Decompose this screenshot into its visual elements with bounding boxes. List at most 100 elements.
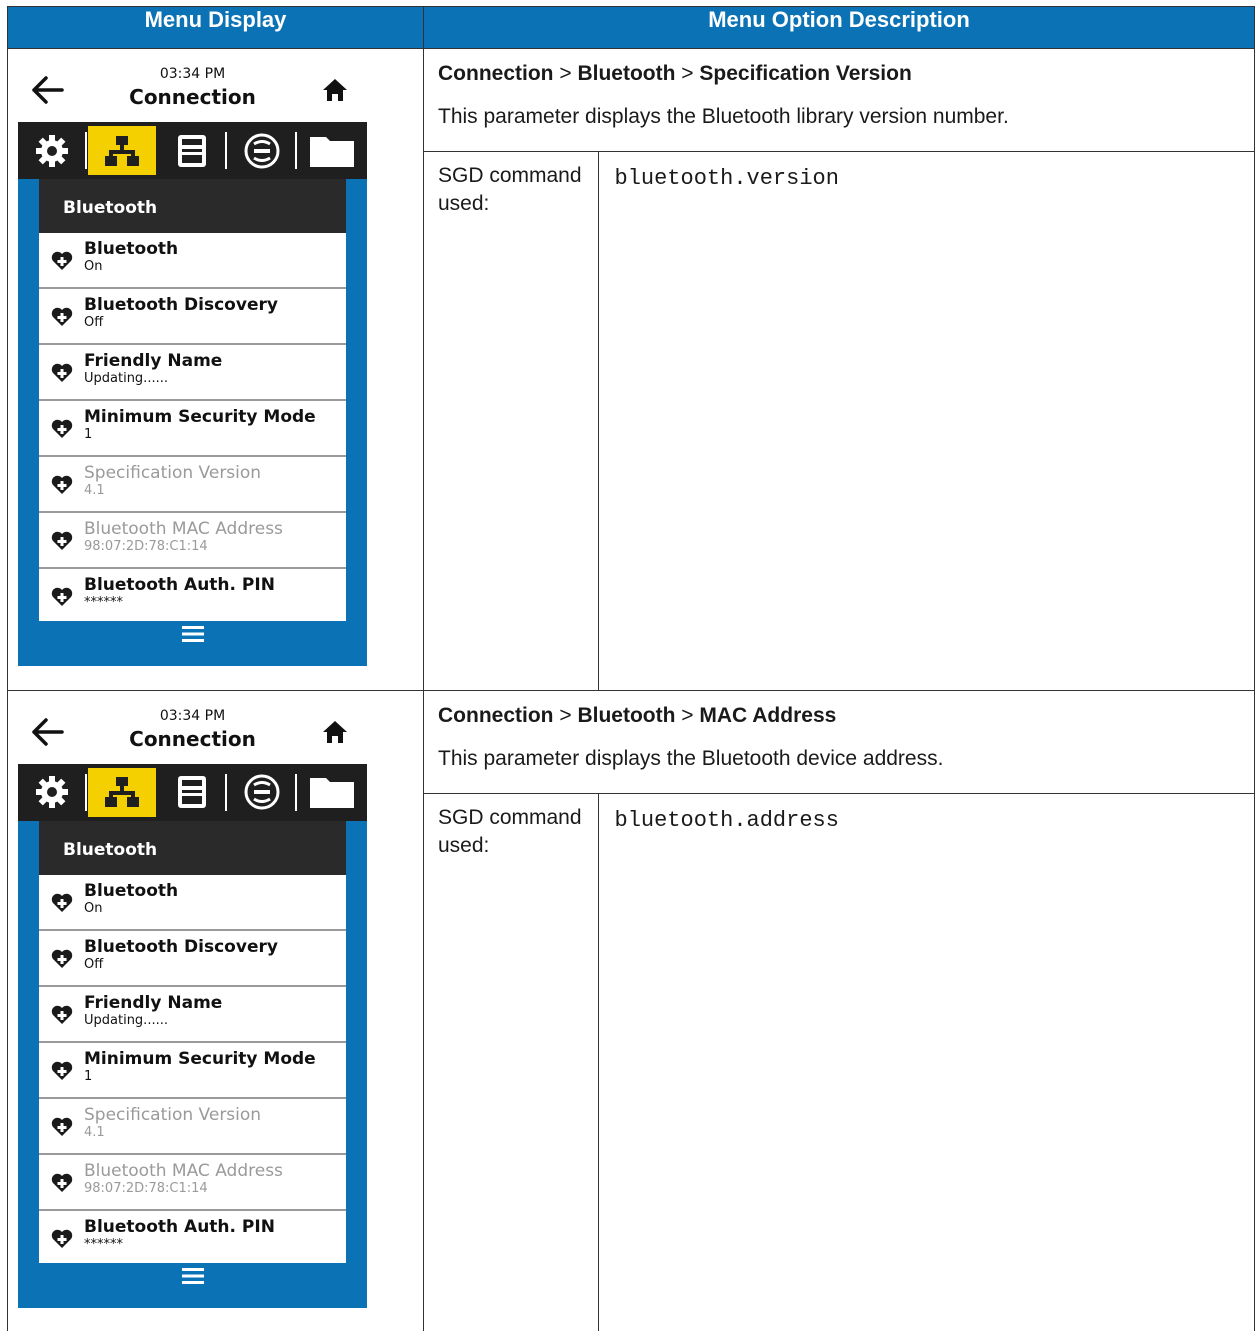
heart-plus-icon [51, 363, 73, 382]
list-heading: Bluetooth [39, 179, 346, 233]
path-segment: MAC Address [699, 703, 837, 727]
list-item-name: Bluetooth [84, 239, 179, 259]
heart-plus-icon [51, 307, 73, 326]
option-description: Connection > Bluetooth > Specification V… [424, 49, 1254, 690]
printer-screen: 03:34 PM Connection Bluetooth Bluetooth … [18, 699, 367, 1308]
list-item-value: 1 [84, 1068, 93, 1084]
heart-plus-icon [51, 419, 73, 438]
folder-icon[interactable] [298, 768, 366, 817]
list-item[interactable]: Specification Version 4.1 [39, 457, 346, 513]
menu-path: Connection > Bluetooth > MAC Address [424, 691, 1254, 735]
home-icon[interactable] [321, 718, 349, 746]
network-icon[interactable] [88, 126, 156, 175]
sensor-icon[interactable] [228, 768, 297, 817]
list-item-name: Bluetooth Auth. PIN [84, 575, 275, 595]
list-item-value: ****** [84, 1236, 123, 1252]
heart-plus-icon [51, 949, 73, 968]
list-item[interactable]: Friendly Name Updating...... [39, 345, 346, 401]
hamburger-menu-icon[interactable] [18, 626, 367, 642]
path-separator: > [559, 703, 572, 727]
screen-title: Connection [129, 85, 256, 109]
sgd-command-label: SGD command used: [424, 792, 599, 1331]
printer-icon[interactable] [158, 126, 227, 175]
list-item-value: ****** [84, 595, 123, 610]
sgd-command-label: SGD command used: [424, 151, 599, 690]
list-item[interactable]: Bluetooth Discovery Off [39, 289, 346, 345]
heart-plus-icon [51, 251, 73, 270]
list-item[interactable]: Bluetooth MAC Address 98:07:2D:78:C1:14 [39, 513, 346, 569]
list-item[interactable]: Minimum Security Mode 1 [39, 1042, 346, 1099]
list-item-name: Minimum Security Mode [84, 407, 316, 427]
list-item[interactable]: Bluetooth On [39, 233, 346, 289]
home-icon[interactable] [321, 76, 349, 104]
sgd-command-value: bluetooth.address [598, 792, 1254, 1331]
sgd-command-table: SGD command used: bluetooth.version [424, 151, 1254, 690]
list-item[interactable]: Friendly Name Updating...... [39, 986, 346, 1043]
path-separator: > [559, 62, 572, 85]
heart-plus-icon [51, 1005, 73, 1024]
settings-gear-icon[interactable] [18, 126, 87, 175]
table-row: 03:34 PM Connection Bluetooth Bluetooth … [7, 48, 1255, 691]
list-item-name: Bluetooth MAC Address [84, 1160, 283, 1181]
menu-description-cell: Connection > Bluetooth > Specification V… [423, 48, 1255, 691]
menu-tab-bar [18, 763, 367, 821]
screen-top-bar: 03:34 PM Connection [18, 699, 367, 764]
heart-plus-icon [51, 475, 73, 494]
screen-top-bar: 03:34 PM Connection [18, 58, 367, 122]
list-item-value: Off [84, 315, 104, 330]
heart-plus-icon [51, 1229, 73, 1248]
printer-screen: 03:34 PM Connection Bluetooth Bluetooth … [18, 58, 367, 666]
menu-tab-bar [18, 122, 367, 179]
list-item-value: Off [84, 956, 104, 972]
settings-gear-icon[interactable] [18, 768, 87, 817]
menu-description-cell: Connection > Bluetooth > MAC Address Thi… [423, 689, 1255, 1331]
path-segment: Bluetooth [577, 703, 676, 727]
list-item-value: Updating...... [84, 371, 168, 386]
path-segment: Specification Version [699, 62, 912, 85]
menu-path: Connection > Bluetooth > Specification V… [424, 49, 1254, 93]
list-item-value: 98:07:2D:78:C1:14 [84, 539, 208, 554]
sensor-icon[interactable] [228, 126, 297, 175]
path-segment: Connection [438, 703, 554, 727]
list-item-name: Bluetooth Discovery [84, 295, 278, 315]
folder-icon[interactable] [298, 126, 366, 175]
list-item[interactable]: Bluetooth Auth. PIN ****** [39, 569, 346, 621]
sgd-command-value: bluetooth.version [598, 151, 1254, 690]
list-item[interactable]: Minimum Security Mode 1 [39, 401, 346, 457]
menu-display-cell: 03:34 PM Connection Bluetooth Bluetooth … [7, 48, 424, 691]
path-separator: > [681, 703, 694, 727]
bluetooth-menu-list: Bluetooth Bluetooth On Bluetooth Discove… [39, 179, 346, 621]
list-item-name: Bluetooth [84, 880, 179, 901]
list-item[interactable]: Specification Version 4.1 [39, 1098, 346, 1155]
table-row: 03:34 PM Connection Bluetooth Bluetooth … [7, 689, 1255, 1331]
list-item[interactable]: Bluetooth On [39, 874, 346, 931]
hamburger-menu-icon[interactable] [18, 1267, 367, 1284]
list-item-name: Friendly Name [84, 992, 223, 1013]
menu-table: Menu Display Menu Option Description 03:… [7, 6, 1255, 1331]
screen-title: Connection [129, 726, 256, 751]
bluetooth-menu-list: Bluetooth Bluetooth On Bluetooth Discove… [39, 820, 346, 1263]
heart-plus-icon [51, 1061, 73, 1080]
menu-display-cell: 03:34 PM Connection Bluetooth Bluetooth … [7, 689, 424, 1331]
list-item-value: 4.1 [84, 1124, 105, 1140]
sgd-command-table: SGD command used: bluetooth.address [424, 792, 1254, 1331]
parameter-description: This parameter displays the Bluetooth li… [438, 105, 1009, 128]
printer-icon[interactable] [158, 768, 227, 817]
list-item[interactable]: Bluetooth Discovery Off [39, 930, 346, 987]
list-item-name: Bluetooth Auth. PIN [84, 1216, 275, 1237]
path-separator: > [681, 62, 694, 85]
list-item-value: 98:07:2D:78:C1:14 [84, 1180, 208, 1196]
list-item-value: 1 [84, 427, 93, 442]
list-item[interactable]: Bluetooth MAC Address 98:07:2D:78:C1:14 [39, 1154, 346, 1211]
list-item-value: On [84, 259, 103, 274]
network-icon[interactable] [88, 767, 156, 817]
list-item-name: Specification Version [84, 463, 262, 483]
parameter-description: This parameter displays the Bluetooth de… [438, 746, 944, 770]
heart-plus-icon [51, 531, 73, 550]
clock-time: 03:34 PM [159, 707, 226, 724]
list-item-name: Specification Version [84, 1104, 262, 1125]
list-item[interactable]: Bluetooth Auth. PIN ****** [39, 1210, 346, 1263]
path-segment: Connection [438, 62, 554, 85]
list-item-value: On [84, 900, 103, 916]
heart-plus-icon [51, 1173, 73, 1192]
